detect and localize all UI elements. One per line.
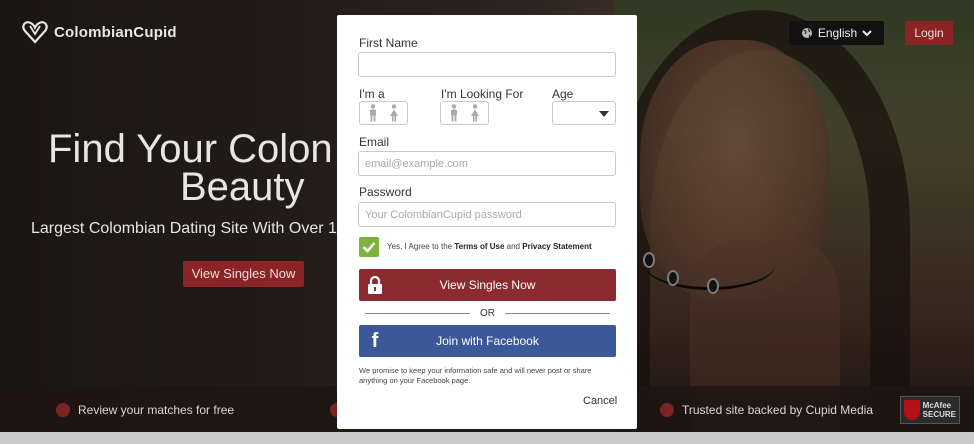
or-label: OR bbox=[480, 307, 495, 319]
hero-headline-line2: Beauty bbox=[180, 165, 305, 209]
feature-text: Trusted site backed by Cupid Media bbox=[682, 403, 873, 417]
mcafee-label: SECURE bbox=[922, 410, 956, 419]
site-logo[interactable]: ColombianCupid bbox=[22, 20, 177, 44]
feature-item: Review your matches for free bbox=[56, 403, 234, 417]
login-button[interactable]: Login bbox=[905, 21, 953, 45]
hero-view-singles-button[interactable]: View Singles Now bbox=[183, 261, 304, 287]
facebook-icon: f bbox=[371, 329, 379, 352]
heart-logo-icon bbox=[22, 21, 48, 44]
mcafee-brand: McAfee bbox=[922, 401, 952, 410]
email-label: Email bbox=[359, 135, 390, 149]
cancel-link[interactable]: Cancel bbox=[583, 395, 617, 407]
mcafee-shield-icon bbox=[904, 400, 920, 420]
first-name-field[interactable] bbox=[358, 52, 616, 77]
age-label: Age bbox=[552, 87, 574, 101]
male-icon[interactable] bbox=[449, 104, 459, 122]
looking-for-label: I'm Looking For bbox=[441, 87, 524, 101]
view-singles-submit-button[interactable]: View Singles Now bbox=[359, 269, 616, 301]
female-icon[interactable] bbox=[389, 104, 399, 122]
privacy-promise-text: We promise to keep your information safe… bbox=[359, 366, 592, 385]
footer-strip bbox=[0, 432, 974, 444]
language-selector[interactable]: English bbox=[789, 21, 884, 45]
feature-bullet-icon bbox=[660, 403, 674, 417]
hero-headline: Find Your Colon bbox=[48, 127, 333, 171]
agree-statement: Yes, I Agree to the Terms of Use and Pri… bbox=[387, 242, 592, 251]
age-select[interactable] bbox=[552, 101, 616, 125]
gender-selector[interactable] bbox=[359, 101, 408, 125]
facebook-label: Join with Facebook bbox=[436, 334, 539, 348]
feature-bullet-icon bbox=[56, 403, 70, 417]
language-label: English bbox=[817, 26, 858, 40]
mcafee-secure-badge[interactable]: McAfee SECURE bbox=[900, 396, 960, 424]
divider-line bbox=[365, 312, 470, 314]
lock-icon bbox=[359, 275, 391, 295]
globe-icon bbox=[801, 28, 812, 38]
feature-text: Review your matches for free bbox=[78, 403, 235, 417]
dropdown-caret-icon bbox=[599, 111, 609, 117]
signup-modal: First Name I'm a I'm Looking For Age Ema… bbox=[337, 15, 637, 429]
mcafee-badge-text: McAfee SECURE bbox=[923, 401, 956, 419]
join-with-facebook-button[interactable]: f Join with Facebook bbox=[359, 325, 616, 357]
divider-line bbox=[505, 312, 610, 314]
view-singles-label: View Singles Now bbox=[439, 278, 536, 292]
password-field[interactable] bbox=[358, 202, 616, 227]
checkmark-icon bbox=[362, 242, 376, 253]
or-divider: OR bbox=[359, 306, 616, 320]
female-icon[interactable] bbox=[470, 104, 480, 122]
feature-item: Trusted site backed by Cupid Media bbox=[660, 403, 873, 417]
agree-prefix: Yes, I Agree to the bbox=[387, 242, 453, 251]
hero-subheadline: Largest Colombian Dating Site With Over … bbox=[31, 220, 337, 237]
chevron-down-icon bbox=[862, 30, 872, 37]
looking-for-selector[interactable] bbox=[440, 101, 489, 125]
password-label: Password bbox=[359, 185, 412, 199]
male-icon[interactable] bbox=[368, 104, 378, 122]
agree-checkbox[interactable] bbox=[359, 237, 379, 257]
privacy-statement-link[interactable]: Privacy Statement bbox=[522, 242, 591, 251]
gender-label: I'm a bbox=[359, 87, 385, 101]
agree-and: and bbox=[506, 242, 521, 251]
site-logo-text: ColombianCupid bbox=[54, 23, 177, 41]
email-field[interactable] bbox=[358, 151, 616, 176]
first-name-label: First Name bbox=[359, 36, 418, 50]
terms-of-use-link[interactable]: Terms of Use bbox=[454, 242, 504, 251]
